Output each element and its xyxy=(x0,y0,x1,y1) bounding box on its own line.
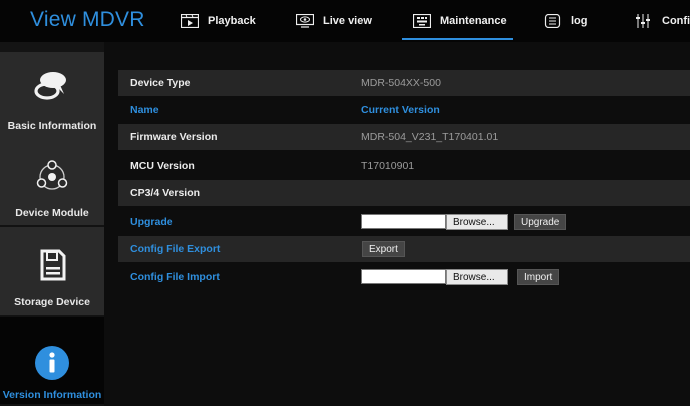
nav-tab-live-view[interactable]: Live view xyxy=(295,0,372,42)
name-row: Name Current Version xyxy=(118,97,690,123)
nav-tab-label: log xyxy=(571,15,588,27)
sidebar-item-device-module[interactable]: Device Module xyxy=(0,137,104,227)
sidebar-item-storage-device[interactable]: Storage Device xyxy=(0,227,104,317)
upgrade-browse-button[interactable]: Browse... xyxy=(446,214,508,230)
sidebar-item-basic-information[interactable]: Basic Information xyxy=(0,52,104,142)
config-icon xyxy=(635,14,653,28)
live-view-icon xyxy=(295,13,315,28)
nav-tab-label: Maintenance xyxy=(440,15,507,27)
firmware-version-value: MDR-504_V231_T170401.01 xyxy=(361,131,499,143)
upgrade-button[interactable]: Upgrade xyxy=(514,214,567,230)
upgrade-file-path-field[interactable] xyxy=(361,214,446,229)
log-icon xyxy=(544,13,562,29)
device-type-value: MDR-504XX-500 xyxy=(361,77,441,89)
upgrade-label: Upgrade xyxy=(130,216,173,228)
sidebar: Basic Information Device Module Storage … xyxy=(0,42,104,406)
playback-icon xyxy=(180,13,200,29)
config-import-label: Config File Import xyxy=(130,271,220,283)
top-navigation-bar: View MDVR Playback Live view Maintenance… xyxy=(0,0,690,42)
sidebar-item-label: Storage Device xyxy=(14,296,90,308)
app-brand: View MDVR xyxy=(30,8,145,31)
nav-tab-config[interactable]: Config xyxy=(635,0,690,42)
config-export-label: Config File Export xyxy=(130,243,221,255)
mcu-version-value: T17010901 xyxy=(361,160,415,172)
cp34-version-label: CP3/4 Version xyxy=(130,187,201,199)
mcu-version-label: MCU Version xyxy=(130,160,195,172)
mcu-version-row: MCU Version T17010901 xyxy=(118,153,690,179)
cp34-version-row: CP3/4 Version xyxy=(118,180,690,206)
device-type-label: Device Type xyxy=(130,77,191,89)
firmware-version-row: Firmware Version MDR-504_V231_T170401.01 xyxy=(118,124,690,150)
info-icon xyxy=(34,345,70,381)
nav-tab-label: Playback xyxy=(208,15,256,27)
version-information-panel: Device Type MDR-504XX-500 Name Current V… xyxy=(104,42,690,406)
device-type-row: Device Type MDR-504XX-500 xyxy=(118,70,690,96)
config-import-file-path-field[interactable] xyxy=(361,269,446,284)
nav-tab-maintenance[interactable]: Maintenance xyxy=(412,0,507,42)
chat-bubble-icon xyxy=(34,67,70,103)
name-value: Current Version xyxy=(361,104,440,116)
maintenance-icon xyxy=(412,13,432,29)
nav-tab-playback[interactable]: Playback xyxy=(180,0,256,42)
firmware-version-label: Firmware Version xyxy=(130,131,218,143)
sidebar-item-label: Version Information xyxy=(2,389,102,401)
sidebar-item-label: Basic Information xyxy=(7,120,97,132)
config-import-browse-button[interactable]: Browse... xyxy=(446,269,508,285)
sidebar-item-label: Device Module xyxy=(15,207,89,219)
nav-tab-label: Live view xyxy=(323,15,372,27)
sidebar-item-version-information[interactable]: Version Information xyxy=(0,317,104,406)
module-network-icon xyxy=(34,159,70,195)
export-button[interactable]: Export xyxy=(362,241,405,257)
active-tab-indicator xyxy=(402,38,513,40)
storage-device-icon xyxy=(34,247,70,283)
nav-tab-label: Config xyxy=(662,15,690,27)
import-button[interactable]: Import xyxy=(517,269,560,285)
nav-tab-log[interactable]: log xyxy=(544,0,588,42)
name-label: Name xyxy=(130,104,159,116)
